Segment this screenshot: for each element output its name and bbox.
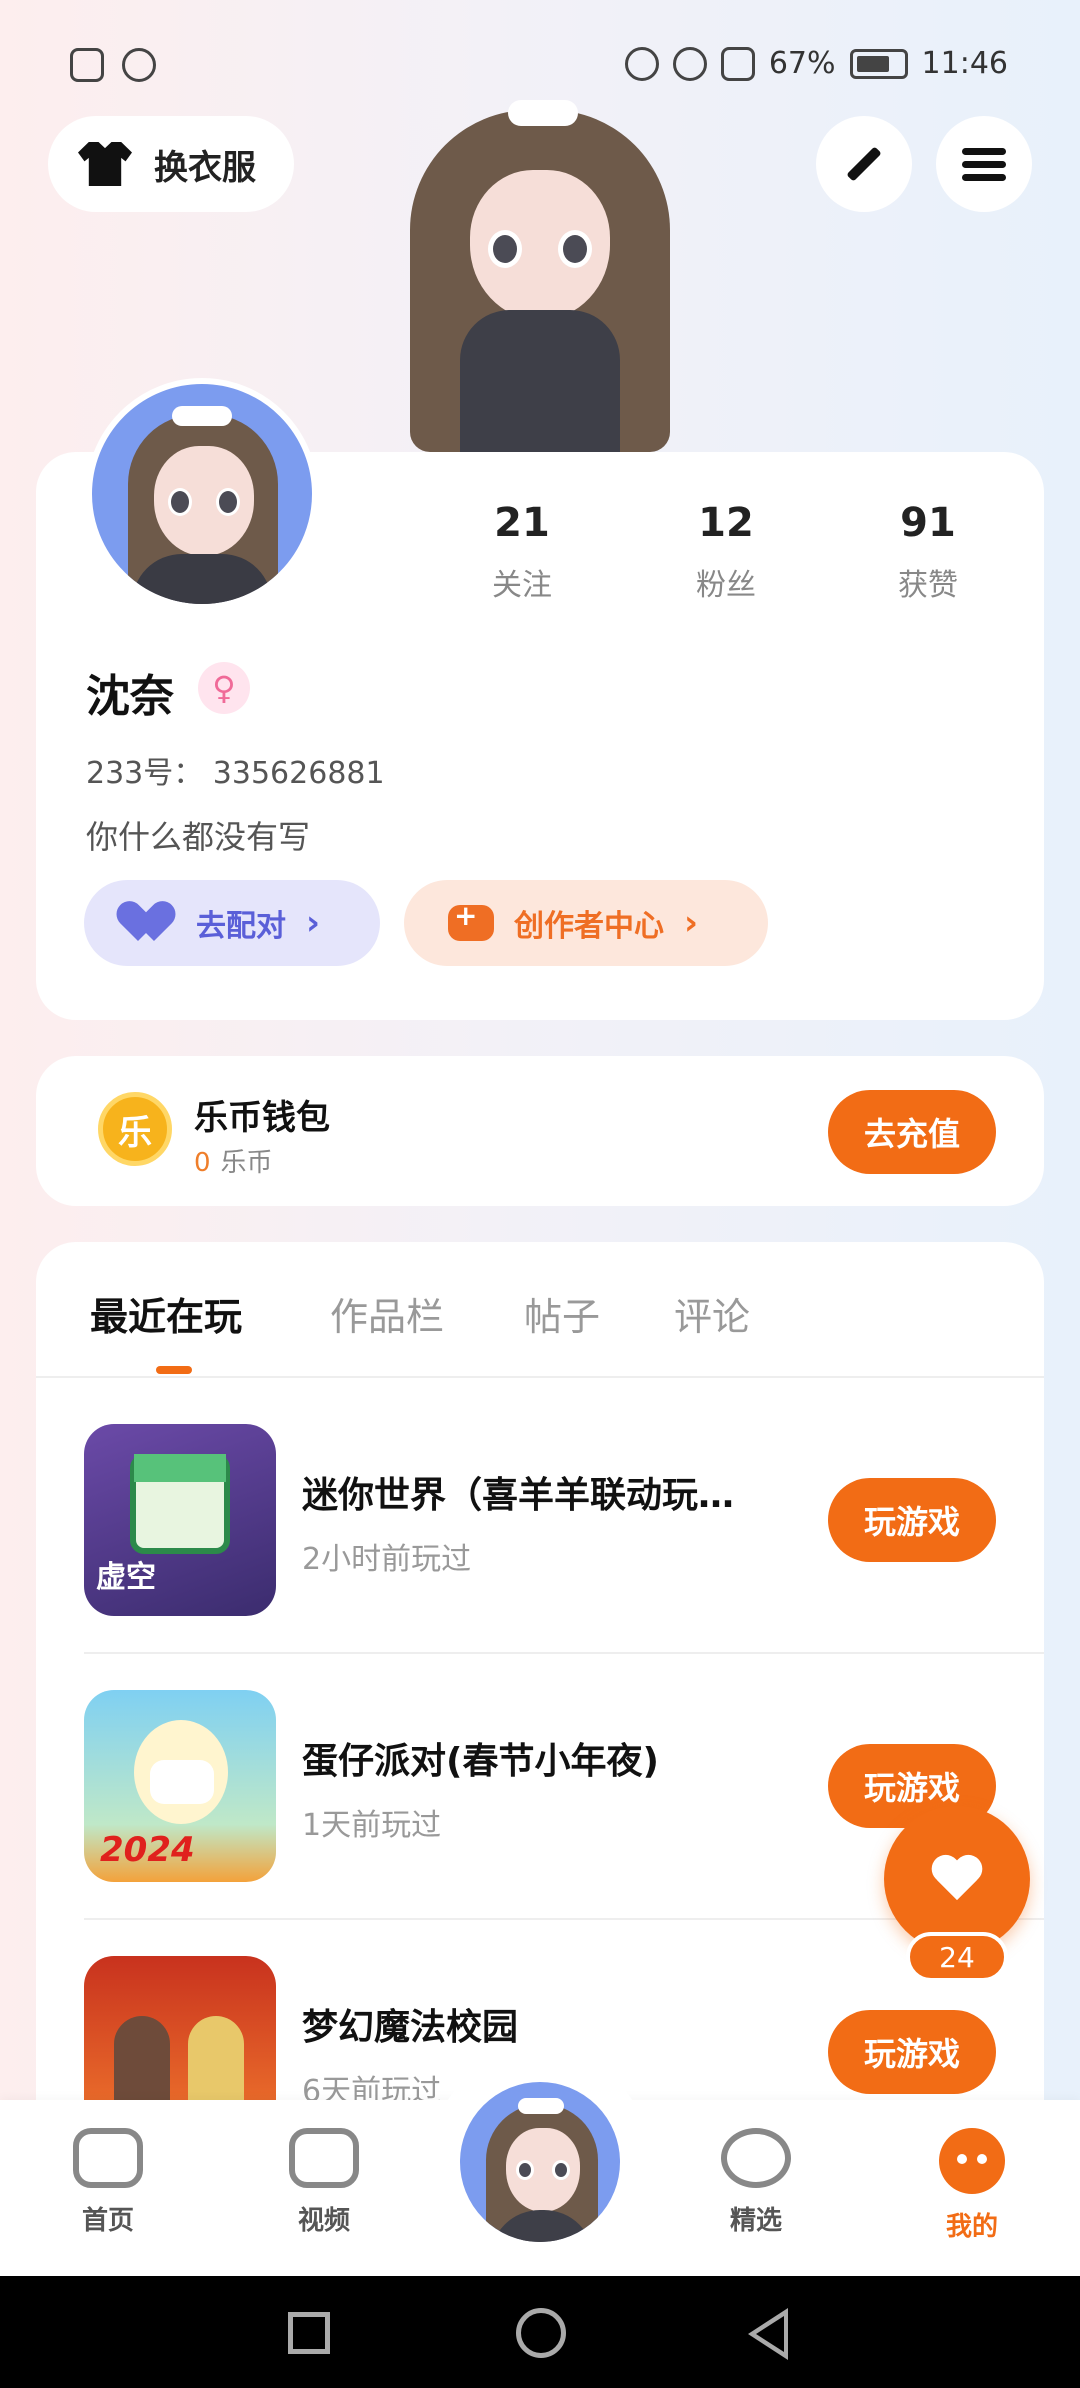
game-icon-text: 虚空 (96, 1560, 156, 1595)
stat-likes[interactable]: 91 获赞 (868, 500, 988, 604)
like-fab-button[interactable] (884, 1806, 1030, 1952)
change-outfit-label: 换衣服 (154, 147, 256, 188)
menu-button[interactable] (936, 116, 1032, 212)
nav-home[interactable]: 首页 (48, 2128, 168, 2237)
game-icon-mini-world[interactable]: 虚空 (84, 1424, 276, 1616)
play-game-button[interactable]: 玩游戏 (828, 1478, 996, 1562)
nav-featured[interactable]: 精选 (696, 2128, 816, 2237)
home-icon[interactable] (516, 2308, 566, 2358)
game-icon-magic-academy[interactable] (84, 1956, 276, 2100)
chevron-right-icon: › (306, 903, 321, 943)
play-game-button[interactable]: 玩游戏 (828, 2010, 996, 2094)
battery-icon (849, 48, 908, 79)
female-gender-icon: ♀ (198, 662, 250, 714)
face-icon (939, 2128, 1005, 2194)
stat-following[interactable]: 21 关注 (462, 500, 582, 604)
nav-home-label: 首页 (81, 2206, 134, 2236)
creator-center-button[interactable]: 创作者中心 › (404, 880, 768, 966)
following-count: 21 (494, 500, 550, 546)
wallet-balance: 0 乐币 (194, 1142, 273, 1179)
chevron-right-icon: › (684, 903, 699, 943)
nav-video[interactable]: 视频 (264, 2128, 384, 2237)
gamepad-plus-icon (448, 899, 494, 941)
like-count-badge: 24 (906, 1932, 1008, 1982)
split-heart-icon (128, 903, 176, 943)
eye-comfort-icon (672, 46, 707, 81)
nav-me-label: 我的 (945, 2212, 998, 2242)
likes-label: 获赞 (898, 568, 958, 603)
heart-outline-icon (721, 2128, 791, 2188)
following-label: 关注 (492, 568, 552, 603)
hd-icon (624, 46, 659, 81)
clock: 11:46 (921, 46, 1008, 81)
wallet-title: 乐币钱包 (194, 1098, 330, 1138)
game-name: 蛋仔派对(春节小年夜) (302, 1741, 659, 1782)
game-name: 梦幻魔法校园 (302, 2007, 519, 2048)
row-divider (84, 1652, 1044, 1654)
game-last-played: 2小时前玩过 (302, 1542, 472, 1577)
recent-apps-icon[interactable] (288, 2312, 330, 2354)
nav-video-label: 视频 (297, 2206, 350, 2236)
recharge-button[interactable]: 去充值 (828, 1090, 996, 1174)
game-row[interactable]: 虚空 迷你世界（喜羊羊联动玩… 2小时前玩过 玩游戏 (84, 1424, 1044, 1620)
wifi-icon (122, 48, 156, 82)
tab-divider (36, 1376, 1044, 1378)
game-icon-eggy-party[interactable]: 2024 (84, 1690, 276, 1882)
profile-avatar[interactable] (86, 378, 318, 610)
battery-percent: 67% (768, 46, 836, 81)
game-icon-text: 2024 (100, 1830, 195, 1870)
sim-alert-icon (70, 48, 104, 82)
change-outfit-button[interactable]: 换衣服 (48, 116, 294, 212)
heart-icon (932, 1856, 982, 1902)
coin-icon: 乐 (98, 1092, 172, 1166)
bio-text[interactable]: 你什么都没有写 (86, 812, 310, 858)
game-last-played: 1天前玩过 (302, 1808, 442, 1843)
nav-featured-label: 精选 (729, 2206, 782, 2236)
hero-avatar-character[interactable] (390, 100, 690, 452)
followers-label: 粉丝 (696, 568, 756, 603)
wallet-balance-value: 0 (194, 1148, 211, 1178)
nav-avatar-center[interactable] (454, 2076, 626, 2248)
tab-posts[interactable]: 帖子 (524, 1286, 600, 1341)
vibrate-icon (720, 46, 755, 81)
username: 沈奈 (86, 671, 174, 722)
play-video-icon (289, 2128, 359, 2188)
back-icon-inner (756, 2316, 784, 2352)
match-button[interactable]: 去配对 › (84, 880, 380, 966)
wallet-balance-unit: 乐币 (220, 1148, 273, 1178)
tab-recently-played[interactable]: 最近在玩 (90, 1286, 242, 1341)
nav-me[interactable]: 我的 (912, 2128, 1032, 2243)
game-name: 迷你世界（喜羊羊联动玩… (302, 1475, 735, 1516)
followers-count: 12 (698, 500, 754, 546)
gamepad-icon (73, 2128, 143, 2188)
edit-profile-button[interactable] (816, 116, 912, 212)
active-tab-indicator (156, 1366, 192, 1374)
user-id[interactable]: 233号： 335626881 (86, 748, 385, 792)
likes-count: 91 (900, 500, 956, 546)
creator-center-label: 创作者中心 (514, 909, 664, 944)
hamburger-menu-icon (962, 142, 1006, 187)
status-right-icons: 67% 11:46 (624, 46, 1008, 81)
shirt-icon (78, 142, 132, 186)
status-left-icons (70, 48, 156, 82)
tab-works[interactable]: 作品栏 (330, 1286, 444, 1341)
pencil-icon (846, 146, 882, 182)
match-label: 去配对 (196, 909, 286, 944)
stat-followers[interactable]: 12 粉丝 (666, 500, 786, 604)
tab-comments[interactable]: 评论 (674, 1286, 750, 1341)
